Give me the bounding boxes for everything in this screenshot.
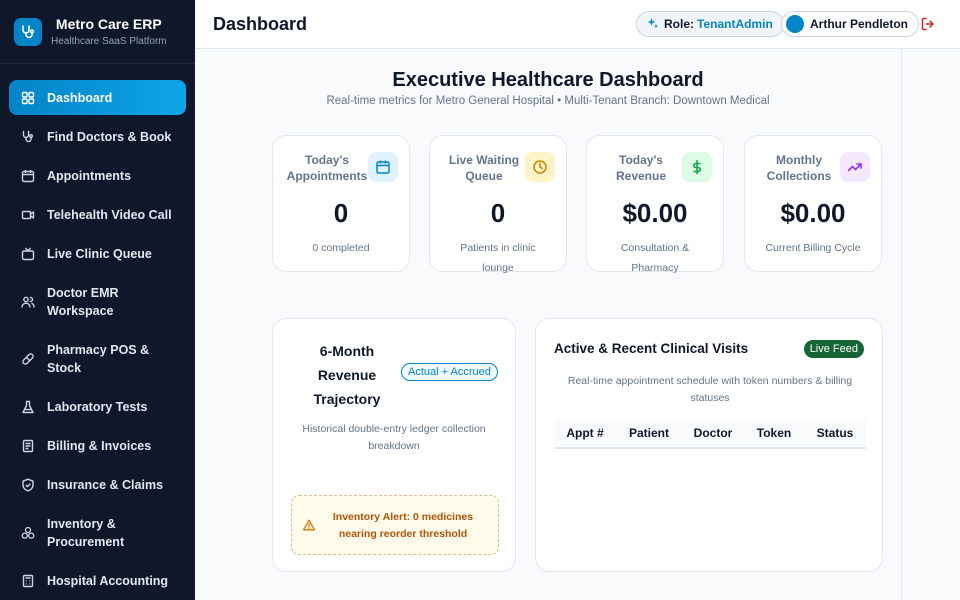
sidebar-item-label: Pharmacy POS & Stock	[47, 342, 150, 375]
receipt-icon	[21, 439, 35, 453]
role-label: Role:	[664, 17, 694, 31]
kpi-value: 0	[490, 198, 506, 228]
live-feed-badge: Live Feed	[803, 340, 864, 358]
right-divider	[901, 49, 902, 600]
sidebar-item-label: Insurance & Claims	[47, 477, 164, 492]
column-header-status[interactable]: Status	[804, 426, 866, 440]
sidebar-item-live-queue[interactable]: Live Clinic Queue	[9, 236, 186, 271]
revenue-trajectory-card: 6-Month Revenue Trajectory Actual + Accr…	[272, 318, 516, 572]
app-title: Metro Care ERP	[55, 16, 162, 32]
sidebar-item-label: Live Clinic Queue	[47, 246, 152, 261]
flask-icon	[21, 400, 35, 414]
logout-icon[interactable]	[920, 16, 936, 32]
revenue-card-subtitle: Historical double-entry ledger collectio…	[302, 423, 486, 452]
kpi-title: Today's Appointments	[286, 153, 368, 183]
brand: Metro Care ERP Healthcare SaaS Platform	[0, 0, 195, 64]
dashboard-title: Executive Healthcare Dashboard	[392, 69, 704, 91]
clock-icon	[525, 152, 555, 182]
page-title: Dashboard	[213, 13, 308, 34]
sidebar-item-label: Laboratory Tests	[47, 399, 148, 414]
sidebar-item-inventory[interactable]: Inventory & Procurement	[9, 506, 186, 559]
sidebar-item-appointments[interactable]: Appointments	[9, 158, 186, 193]
top-header: Dashboard Role: TenantAdmin Arthur Pendl…	[195, 0, 960, 49]
trend-up-icon	[840, 152, 870, 182]
sidebar-item-laboratory[interactable]: Laboratory Tests	[9, 389, 186, 424]
warning-icon	[302, 518, 316, 532]
stethoscope-logo-icon	[14, 17, 42, 46]
sidebar-item-label: Doctor EMR Workspace	[47, 285, 119, 318]
sidebar-item-doctor-emr[interactable]: Doctor EMR Workspace	[9, 275, 186, 328]
pill-icon	[21, 352, 35, 366]
kpi-subtext: Current Billing Cycle	[765, 242, 861, 254]
visits-card-title: Active & Recent Clinical Visits	[554, 341, 749, 356]
boxes-icon	[21, 526, 35, 540]
kpi-value: $0.00	[780, 198, 846, 228]
calendar-icon	[368, 152, 398, 182]
kpi-title: Today's Revenue	[615, 153, 667, 183]
calendar-icon	[21, 169, 35, 183]
sidebar-item-label: Find Doctors & Book	[47, 129, 172, 144]
visits-card-subtitle: Real-time appointment schedule with toke…	[567, 375, 853, 404]
avatar	[786, 15, 804, 33]
kpi-card-waiting-queue: Live Waiting Queue 0 Patients in clinic …	[429, 135, 567, 274]
column-header-token[interactable]: Token	[744, 426, 804, 440]
sidebar-item-label: Appointments	[47, 168, 132, 183]
visits-table-header: Appt # Patient Doctor Token Status	[554, 419, 866, 449]
user-menu-button[interactable]: Arthur Pendleton	[781, 11, 919, 37]
sidebar-item-find-doctors[interactable]: Find Doctors & Book	[9, 119, 186, 154]
grid-icon	[21, 91, 35, 105]
sidebar-nav: Dashboard Find Doctors & Book Appointmen…	[0, 64, 195, 598]
sidebar-item-label: Telehealth Video Call	[47, 207, 172, 222]
sidebar-item-label: Dashboard	[47, 90, 113, 105]
role-badge[interactable]: Role: TenantAdmin	[636, 11, 784, 37]
kpi-value: 0	[333, 198, 349, 228]
calculator-icon	[21, 574, 35, 588]
sidebar-item-insurance[interactable]: Insurance & Claims	[9, 467, 186, 502]
revenue-card-title: 6-Month Revenue Trajectory	[313, 343, 381, 407]
sidebar-item-billing[interactable]: Billing & Invoices	[9, 428, 186, 463]
sidebar-item-pharmacy[interactable]: Pharmacy POS & Stock	[9, 332, 186, 385]
kpi-card-monthly-collections: Monthly Collections $0.00 Current Billin…	[744, 135, 882, 272]
sidebar-item-accounting[interactable]: Hospital Accounting	[9, 563, 186, 598]
sidebar-item-label: Billing & Invoices	[47, 438, 152, 453]
dollar-icon	[682, 152, 712, 182]
kpi-card-appointments: Today's Appointments 0 0 completed	[272, 135, 410, 272]
sidebar-item-label: Inventory & Procurement	[47, 516, 125, 549]
column-header-appt[interactable]: Appt #	[554, 426, 616, 440]
sidebar-item-label: Hospital Accounting	[47, 573, 169, 588]
inventory-alert-text: Inventory Alert: 0 medicines nearing reo…	[332, 511, 474, 540]
shield-icon	[21, 478, 35, 492]
dashboard-main: Executive Healthcare Dashboard Real-time…	[195, 49, 901, 600]
dashboard-subtitle: Real-time metrics for Metro General Hosp…	[326, 95, 770, 107]
video-icon	[21, 208, 35, 222]
sidebar: Metro Care ERP Healthcare SaaS Platform …	[0, 0, 195, 600]
role-value: TenantAdmin	[697, 17, 773, 31]
sidebar-item-dashboard[interactable]: Dashboard	[9, 80, 186, 115]
tv-icon	[21, 247, 35, 261]
user-name: Arthur Pendleton	[810, 17, 908, 31]
kpi-subtext: Patients in clinic lounge	[460, 242, 536, 274]
sparkle-icon	[647, 18, 659, 30]
column-header-doctor[interactable]: Doctor	[682, 426, 744, 440]
app-subtitle: Healthcare SaaS Platform	[51, 36, 167, 47]
stethoscope-icon	[21, 130, 35, 144]
kpi-card-revenue: Today's Revenue $0.00 Consultation & Pha…	[586, 135, 724, 274]
kpi-value: $0.00	[622, 198, 688, 228]
inventory-alert: Inventory Alert: 0 medicines nearing reo…	[291, 495, 499, 555]
column-header-patient[interactable]: Patient	[616, 426, 682, 440]
actual-accrued-badge: Actual + Accrued	[401, 363, 498, 381]
kpi-subtext: 0 completed	[312, 242, 370, 254]
users-icon	[21, 295, 35, 309]
kpi-title: Monthly Collections	[766, 153, 832, 183]
kpi-subtext: Consultation & Pharmacy	[620, 242, 690, 274]
clinical-visits-card: Active & Recent Clinical Visits Live Fee…	[535, 318, 883, 572]
kpi-title: Live Waiting Queue	[448, 153, 520, 183]
sidebar-item-telehealth[interactable]: Telehealth Video Call	[9, 197, 186, 232]
